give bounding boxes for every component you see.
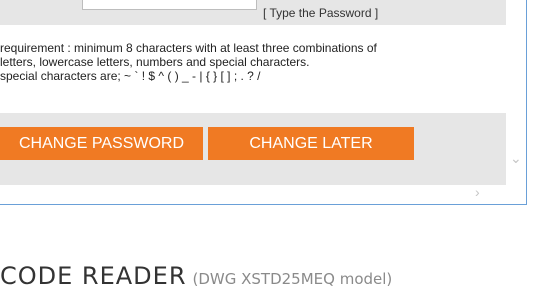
change-later-button[interactable]: CHANGE LATER: [208, 127, 414, 160]
requirement-line-3: special characters are; ~ ` ! $ ^ ( ) _ …: [0, 69, 261, 83]
page-title-main: CODE READER: [0, 262, 187, 290]
chevron-down-icon[interactable]: ⌄: [510, 150, 522, 167]
password-requirements: requirement : minimum 8 characters with …: [0, 41, 500, 83]
requirement-line-2: letters, lowercase letters, numbers and …: [0, 55, 310, 69]
chevron-right-icon[interactable]: ›: [475, 184, 480, 200]
requirement-line-1: requirement : minimum 8 characters with …: [0, 41, 377, 55]
page-title: CODE READER (DWG XSTD25MEQ model): [0, 262, 392, 290]
page-title-model: (DWG XSTD25MEQ model): [192, 270, 393, 288]
password-change-frame: [ Type the Password ] requirement : mini…: [0, 0, 527, 205]
horizontal-scrollbar[interactable]: [0, 185, 506, 204]
confirm-password-row: [ Type the Password ]: [0, 0, 506, 25]
confirm-password-hint: [ Type the Password ]: [263, 6, 379, 20]
change-password-button[interactable]: CHANGE PASSWORD: [0, 127, 203, 160]
confirm-password-input[interactable]: [82, 0, 257, 10]
